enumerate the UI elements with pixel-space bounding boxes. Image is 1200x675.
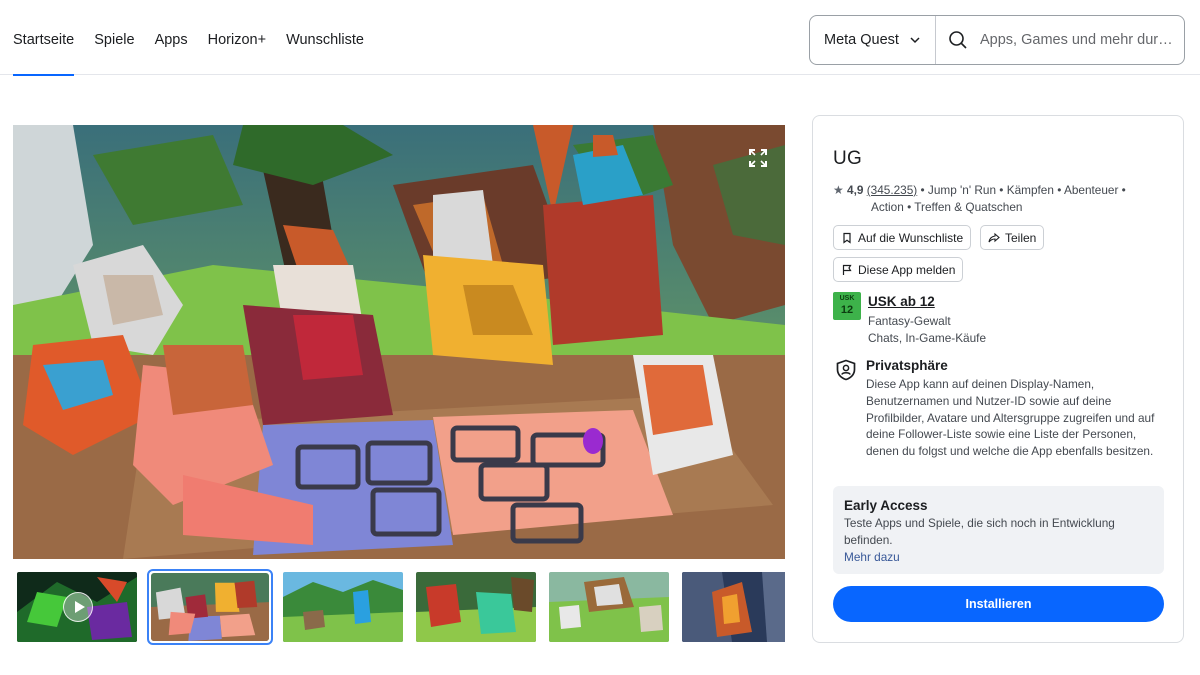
thumbnail-video[interactable] bbox=[17, 572, 137, 642]
thumbnail-image bbox=[283, 572, 403, 642]
usk-rating-link[interactable]: USK ab 12 bbox=[868, 294, 935, 309]
platform-label: Meta Quest bbox=[824, 32, 899, 48]
app-details-panel: UG ★ 4,9 (345.235) • Jump 'n' Run • Kämp… bbox=[812, 115, 1184, 643]
share-label: Teilen bbox=[1005, 230, 1037, 245]
thumbnail-4[interactable] bbox=[416, 572, 536, 642]
nav-item-horizon-plus[interactable]: Horizon+ bbox=[208, 0, 266, 75]
thumbnail-frame bbox=[151, 573, 269, 641]
wishlist-button[interactable]: Auf die Wunschliste bbox=[833, 225, 972, 250]
usk-badge-text: USK bbox=[839, 295, 855, 302]
star-icon: ★ bbox=[833, 183, 844, 197]
usk-descriptor-1: Fantasy-Gewalt bbox=[868, 314, 951, 328]
search-input[interactable] bbox=[980, 32, 1176, 48]
thumbnail-image bbox=[151, 573, 269, 641]
play-icon[interactable] bbox=[63, 592, 93, 622]
thumbnail-image bbox=[682, 572, 785, 642]
usk-descriptors: Fantasy-Gewalt Chats, In-Game-Käufe bbox=[868, 313, 986, 347]
flag-icon bbox=[842, 264, 852, 275]
chevron-down-icon bbox=[910, 37, 920, 44]
usk-rating-badge: USK 12 bbox=[833, 292, 861, 320]
install-button[interactable]: Installieren bbox=[833, 586, 1164, 622]
search-icon bbox=[949, 31, 967, 49]
rating-count-link[interactable]: (345.235) bbox=[867, 183, 918, 197]
thumbnail-image bbox=[416, 572, 536, 642]
early-access-text: Teste Apps und Spiele, die sich noch in … bbox=[844, 516, 1115, 547]
nav-item-wunschliste[interactable]: Wunschliste bbox=[286, 0, 364, 75]
nav-item-startseite[interactable]: Startseite bbox=[13, 0, 75, 76]
thumbnail-selected[interactable] bbox=[147, 569, 273, 645]
shield-icon bbox=[836, 359, 856, 381]
usk-descriptor-2: Chats, In-Game-Käufe bbox=[868, 331, 987, 345]
thumbnail-image bbox=[549, 572, 669, 642]
nav-item-spiele[interactable]: Spiele bbox=[94, 0, 134, 75]
nav-item-apps[interactable]: Apps bbox=[155, 0, 188, 75]
usk-badge-number: 12 bbox=[840, 304, 854, 316]
privacy-text: Diese App kann auf deinen Display-Namen,… bbox=[866, 377, 1155, 459]
app-title: UG bbox=[833, 148, 863, 169]
top-navigation-bar: Startseite Spiele Apps Horizon+ Wunschli… bbox=[0, 0, 1200, 76]
privacy-title: Privatsphäre bbox=[866, 358, 948, 373]
media-thumbnail-strip bbox=[13, 569, 785, 645]
early-access-box: Early Access Teste Apps und Spiele, die … bbox=[833, 486, 1164, 574]
search-box: Meta Quest bbox=[809, 15, 1185, 65]
genres-line-2: Action • Treffen & Quatschen bbox=[871, 200, 1023, 214]
early-access-learn-more-link[interactable]: Mehr dazu bbox=[844, 549, 1153, 566]
rating-value: 4,9 bbox=[847, 183, 864, 197]
wishlist-label: Auf die Wunschliste bbox=[858, 230, 964, 245]
share-icon bbox=[988, 232, 1000, 242]
report-app-button[interactable]: Diese App melden bbox=[833, 257, 964, 282]
genres-line-1: • Jump 'n' Run • Kämpfen • Abenteuer • bbox=[920, 183, 1126, 197]
report-label: Diese App melden bbox=[858, 262, 956, 277]
search-area bbox=[936, 16, 1184, 64]
thumbnail-6[interactable] bbox=[682, 572, 785, 642]
share-button[interactable]: Teilen bbox=[980, 225, 1045, 250]
main-nav: Startseite Spiele Apps Horizon+ Wunschli… bbox=[13, 0, 364, 76]
thumbnail-3[interactable] bbox=[283, 572, 403, 642]
early-access-title: Early Access bbox=[844, 498, 928, 513]
bookmark-icon bbox=[843, 232, 851, 244]
hero-screenshot[interactable] bbox=[13, 125, 785, 559]
app-meta-line: ★ 4,9 (345.235) • Jump 'n' Run • Kämpfen… bbox=[833, 182, 1153, 216]
game-scene-illustration bbox=[13, 125, 785, 559]
platform-dropdown[interactable]: Meta Quest bbox=[810, 16, 936, 64]
thumbnail-5[interactable] bbox=[549, 572, 669, 642]
expand-icon[interactable] bbox=[747, 147, 769, 169]
